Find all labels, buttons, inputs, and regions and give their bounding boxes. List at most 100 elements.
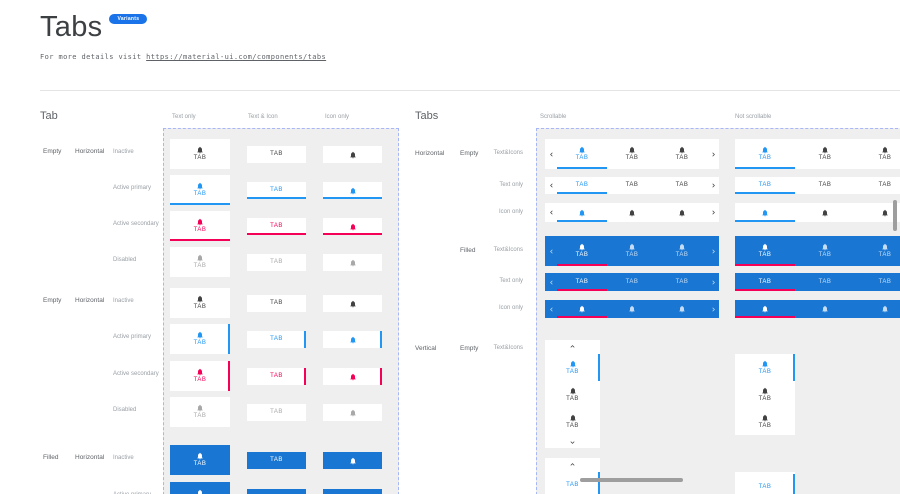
tab-cell-icon[interactable] bbox=[323, 254, 382, 271]
scroll-left-button[interactable] bbox=[545, 236, 557, 266]
tab-item[interactable]: TAB bbox=[657, 273, 707, 291]
tab-item[interactable]: TAB bbox=[795, 236, 855, 266]
tab-cell-icontext[interactable]: TAB bbox=[170, 139, 230, 169]
tab-item[interactable]: TAB bbox=[855, 273, 900, 291]
tab-item[interactable]: TAB bbox=[607, 177, 657, 194]
tab-item[interactable]: TAB bbox=[657, 236, 707, 266]
tab-item[interactable] bbox=[795, 300, 855, 318]
tab-item[interactable]: TAB bbox=[855, 236, 900, 266]
tab-item[interactable]: TAB bbox=[545, 472, 600, 494]
tab-item[interactable]: TAB bbox=[657, 177, 707, 194]
notification-bell-icon bbox=[628, 305, 636, 313]
active-tab-indicator bbox=[735, 167, 795, 169]
tab-item[interactable]: TAB bbox=[557, 139, 607, 169]
tab-cell-icon[interactable] bbox=[323, 368, 382, 385]
tab-item[interactable]: TAB bbox=[735, 139, 795, 169]
tab-cell-icontext[interactable]: TAB bbox=[170, 288, 230, 318]
tab-label: TAB bbox=[576, 252, 589, 259]
tab-cell-text[interactable]: TAB bbox=[247, 331, 306, 348]
tab-cell-text[interactable]: TAB bbox=[247, 404, 306, 421]
tab-item[interactable]: TAB bbox=[735, 354, 795, 381]
tab-item[interactable] bbox=[795, 203, 855, 222]
tab-item[interactable]: TAB bbox=[795, 177, 855, 194]
tab-item[interactable]: TAB bbox=[607, 236, 657, 266]
tab-label: TAB bbox=[676, 252, 689, 259]
docs-link[interactable]: https://material-ui.com/components/tabs bbox=[146, 53, 326, 61]
tab-cell-icontext[interactable]: TAB bbox=[170, 247, 230, 277]
state-label: Active secondary bbox=[113, 221, 159, 227]
tab-cell-icon[interactable] bbox=[323, 489, 382, 494]
tab-cell-icontext[interactable]: TAB bbox=[170, 482, 230, 494]
tab-cell-icon[interactable] bbox=[323, 295, 382, 312]
row-kind-label: Text&Icons bbox=[470, 247, 523, 253]
tab-cell-text[interactable]: TAB bbox=[247, 254, 306, 271]
tab-item[interactable]: TAB bbox=[607, 273, 657, 291]
scroll-up-button[interactable] bbox=[545, 458, 600, 470]
tab-item[interactable]: TAB bbox=[855, 177, 900, 194]
tab-item[interactable]: TAB bbox=[735, 381, 795, 408]
vertical-scrollbar[interactable] bbox=[893, 200, 897, 231]
scroll-left-button[interactable] bbox=[545, 177, 557, 194]
scroll-left-button[interactable] bbox=[545, 300, 557, 318]
tab-cell-icon[interactable] bbox=[323, 146, 382, 163]
row-kind-label: Icon only bbox=[470, 305, 523, 311]
tab-cell-icontext[interactable]: TAB bbox=[170, 361, 230, 391]
scroll-right-button[interactable] bbox=[707, 236, 719, 266]
tab-item[interactable] bbox=[607, 300, 657, 318]
tabs-strip: TABTABTAB bbox=[545, 139, 719, 169]
tab-cell-icontext[interactable]: TAB bbox=[170, 175, 230, 205]
tab-item[interactable]: TAB bbox=[545, 408, 600, 435]
tab-cell-icontext[interactable]: TAB bbox=[170, 397, 230, 427]
scroll-up-button[interactable] bbox=[545, 340, 600, 352]
notification-bell-icon bbox=[821, 209, 829, 217]
tab-label: TAB bbox=[270, 373, 283, 380]
scroll-right-button[interactable] bbox=[707, 177, 719, 194]
tab-item[interactable]: TAB bbox=[657, 139, 707, 169]
tab-item[interactable]: TAB bbox=[557, 236, 607, 266]
horizontal-scrollbar[interactable] bbox=[580, 478, 683, 482]
tab-item[interactable] bbox=[855, 300, 900, 318]
scroll-left-button[interactable] bbox=[545, 139, 557, 169]
notification-bell-icon bbox=[349, 457, 357, 465]
scroll-right-button[interactable] bbox=[707, 203, 719, 222]
active-tab-indicator bbox=[735, 264, 795, 266]
tab-cell-text[interactable]: TAB bbox=[247, 368, 306, 385]
tab-item[interactable]: TAB bbox=[795, 273, 855, 291]
tab-item[interactable]: TAB bbox=[735, 236, 795, 266]
tab-cell-text[interactable]: TAB bbox=[247, 489, 306, 494]
tab-item[interactable] bbox=[657, 203, 707, 222]
scroll-down-button[interactable] bbox=[545, 436, 600, 448]
tab-cell-text[interactable]: TAB bbox=[247, 146, 306, 163]
scroll-left-button[interactable] bbox=[545, 203, 557, 222]
row-kind-label: Text only bbox=[470, 278, 523, 284]
tab-cell-text[interactable]: TAB bbox=[247, 295, 306, 312]
state-label: Disabled bbox=[113, 407, 136, 413]
tab-item[interactable]: TAB bbox=[735, 474, 795, 494]
chevron-right-icon bbox=[710, 151, 717, 158]
tab-item[interactable]: TAB bbox=[855, 139, 900, 169]
tab-item[interactable]: TAB bbox=[545, 381, 600, 408]
notification-bell-icon bbox=[628, 243, 636, 251]
tabs-strip: TABTABTAB bbox=[735, 236, 900, 266]
tab-item[interactable] bbox=[657, 300, 707, 318]
tab-cell-text[interactable]: TAB bbox=[247, 452, 306, 469]
tab-label: TAB bbox=[759, 396, 772, 403]
tab-cell-icontext[interactable]: TAB bbox=[170, 211, 230, 241]
tab-cell-icon[interactable] bbox=[323, 452, 382, 469]
scroll-right-button[interactable] bbox=[707, 139, 719, 169]
tab-item[interactable]: TAB bbox=[607, 139, 657, 169]
scroll-right-button[interactable] bbox=[707, 273, 719, 291]
tab-item[interactable]: TAB bbox=[795, 139, 855, 169]
tab-cell-icon[interactable] bbox=[323, 404, 382, 421]
scroll-left-button[interactable] bbox=[545, 273, 557, 291]
tab-cell-icon[interactable] bbox=[323, 331, 382, 348]
header-divider bbox=[40, 90, 900, 91]
notification-bell-icon bbox=[196, 368, 204, 376]
tab-cell-icontext[interactable]: TAB bbox=[170, 324, 230, 354]
tab-item[interactable]: TAB bbox=[735, 408, 795, 435]
tab-cell-icontext[interactable]: TAB bbox=[170, 445, 230, 475]
tab-item[interactable]: TAB bbox=[545, 354, 600, 381]
notification-bell-icon bbox=[349, 259, 357, 267]
tab-item[interactable] bbox=[607, 203, 657, 222]
scroll-right-button[interactable] bbox=[707, 300, 719, 318]
